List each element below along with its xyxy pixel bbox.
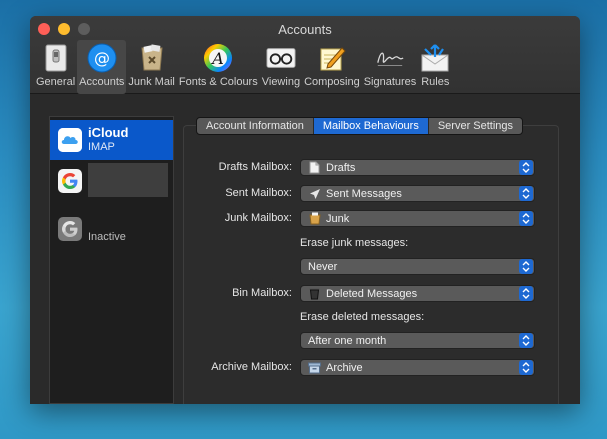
popup-arrows-icon <box>519 186 533 201</box>
google-icon <box>58 217 82 241</box>
popup-arrows-icon <box>519 333 533 348</box>
junk-bin-icon <box>308 212 321 225</box>
toolbar-signatures-label: Signatures <box>363 76 417 88</box>
erase-junk-label: Erase junk messages: <box>300 237 409 249</box>
junk-mailbox-popup[interactable]: Junk <box>300 210 535 227</box>
account-item-google[interactable] <box>50 161 173 201</box>
erase-junk-value: Never <box>308 260 338 273</box>
bin-mailbox-value: Deleted Messages <box>326 287 418 300</box>
archive-mailbox-label: Archive Mailbox: <box>211 361 292 373</box>
general-switch-icon <box>41 43 71 73</box>
toolbar-rules[interactable]: Rules <box>418 40 452 94</box>
svg-text:@: @ <box>94 49 110 68</box>
trash-can-icon <box>308 287 321 300</box>
paper-plane-icon <box>308 187 321 200</box>
icloud-icon <box>58 128 82 152</box>
popup-arrows-icon <box>519 286 533 301</box>
toolbar-composing[interactable]: Composing <box>302 40 362 94</box>
preferences-toolbar: General @ Accounts Junk Mail A Fonts & C… <box>34 40 452 94</box>
toolbar-general[interactable]: General <box>34 40 77 94</box>
tab-account-information[interactable]: Account Information <box>197 118 314 134</box>
popup-arrows-icon <box>519 259 533 274</box>
accounts-list[interactable]: iCloud IMAP Inactive <box>49 116 174 404</box>
account-name: iCloud <box>88 125 129 140</box>
toolbar-accounts[interactable]: @ Accounts <box>77 40 127 94</box>
toolbar-fonts-colours-label: Fonts & Colours <box>178 76 258 88</box>
font-colour-wheel-icon: A <box>203 43 233 73</box>
document-icon <box>308 161 321 174</box>
drafts-mailbox-popup[interactable]: Drafts <box>300 159 535 176</box>
erase-deleted-popup[interactable]: After one month <box>300 332 535 349</box>
toolbar-general-label: General <box>36 76 76 88</box>
account-item-google-inactive[interactable]: Inactive <box>50 209 173 249</box>
toolbar-viewing-label: Viewing <box>261 76 301 88</box>
tab-server-settings[interactable]: Server Settings <box>429 118 522 134</box>
google-icon <box>58 169 82 193</box>
account-item-icloud[interactable]: iCloud IMAP <box>50 120 173 160</box>
erase-junk-popup[interactable]: Never <box>300 258 535 275</box>
popup-arrows-icon <box>519 160 533 175</box>
drafts-mailbox-label: Drafts Mailbox: <box>218 161 292 173</box>
redacted-account-name <box>88 163 168 197</box>
toolbar-junk-mail[interactable]: Junk Mail <box>126 40 176 94</box>
account-tabs: Account Information Mailbox Behaviours S… <box>196 117 524 135</box>
envelope-arrows-icon <box>420 43 450 73</box>
glasses-icon <box>266 43 296 73</box>
archive-box-icon <box>308 361 321 374</box>
popup-arrows-icon <box>519 211 533 226</box>
accounts-preferences-window: Accounts General @ Accounts Junk Mail A … <box>30 16 580 404</box>
archive-mailbox-popup[interactable]: Archive <box>300 359 535 376</box>
bin-mailbox-label: Bin Mailbox: <box>232 287 292 299</box>
popup-arrows-icon <box>519 360 533 375</box>
toolbar-fonts-colours[interactable]: A Fonts & Colours <box>177 40 260 94</box>
title-bar: Accounts General @ Accounts Junk Mail A … <box>30 16 580 94</box>
at-sign-icon: @ <box>87 43 117 73</box>
toolbar-rules-label: Rules <box>421 76 450 88</box>
toolbar-viewing[interactable]: Viewing <box>260 40 302 94</box>
sent-mailbox-popup[interactable]: Sent Messages <box>300 185 535 202</box>
erase-deleted-value: After one month <box>308 334 387 347</box>
pencil-notepad-icon <box>317 43 347 73</box>
junk-mailbox-label: Junk Mailbox: <box>224 212 292 224</box>
toolbar-signatures[interactable]: Signatures <box>362 40 419 94</box>
archive-mailbox-value: Archive <box>326 361 363 374</box>
tab-mailbox-behaviours[interactable]: Mailbox Behaviours <box>313 118 429 134</box>
erase-deleted-label: Erase deleted messages: <box>300 311 425 323</box>
junk-bin-icon <box>137 43 167 73</box>
junk-mailbox-value: Junk <box>326 212 350 225</box>
toolbar-junk-mail-label: Junk Mail <box>128 76 175 88</box>
window-title: Accounts <box>278 22 332 37</box>
sent-mailbox-value: Sent Messages <box>326 187 402 200</box>
account-status-inactive: Inactive <box>88 231 126 243</box>
toolbar-accounts-label: Accounts <box>79 76 125 88</box>
account-type: IMAP <box>88 141 115 153</box>
drafts-mailbox-value: Drafts <box>326 161 356 174</box>
svg-text:A: A <box>211 49 225 68</box>
sent-mailbox-label: Sent Mailbox: <box>225 187 292 199</box>
signature-icon <box>375 43 405 73</box>
bin-mailbox-popup[interactable]: Deleted Messages <box>300 285 535 302</box>
toolbar-composing-label: Composing <box>304 76 360 88</box>
